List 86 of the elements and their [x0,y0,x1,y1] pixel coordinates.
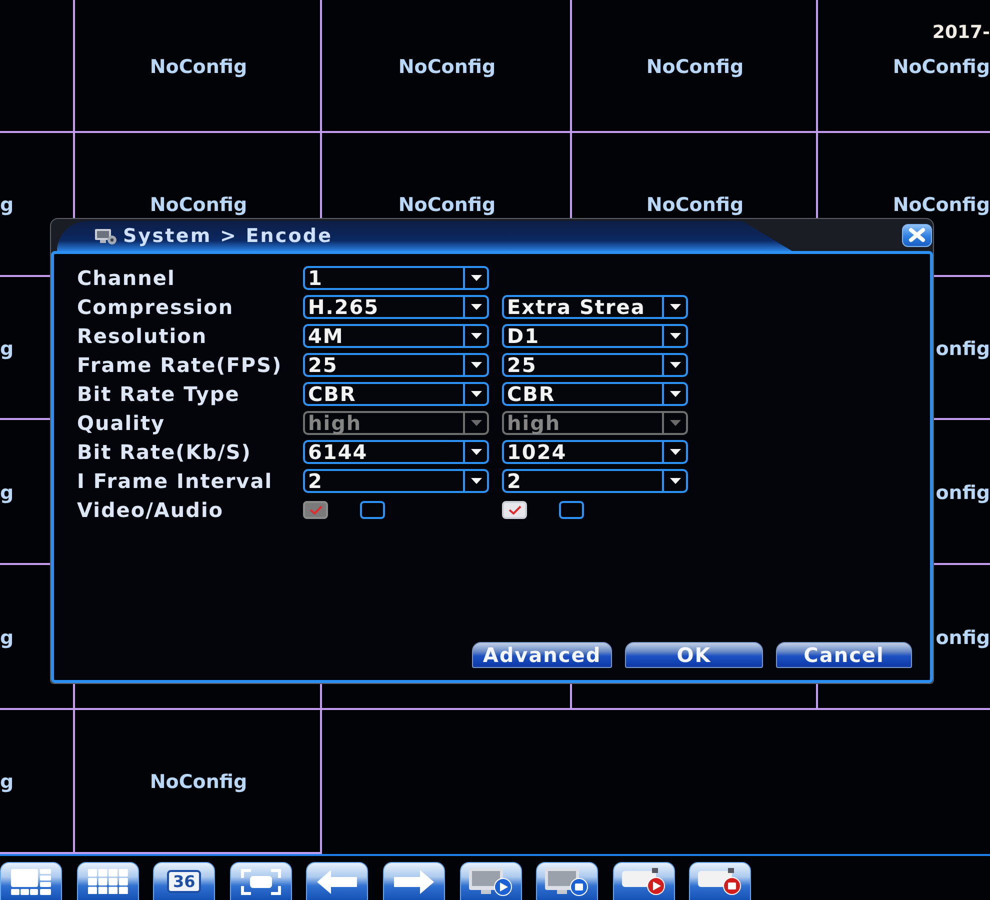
checkmark-icon [508,504,522,514]
field-label: Video/Audio [77,498,224,522]
caret-icon [470,362,482,368]
cancel-button[interactable]: Cancel [776,642,912,668]
field-label: Resolution [77,324,208,348]
dropdown[interactable]: 4M [303,324,489,348]
caret-icon [670,448,680,454]
previous-button[interactable] [306,862,368,900]
split-screen-icon [11,868,51,894]
stop-playback-button[interactable] [536,862,598,900]
camera-status-label: NoConfig [150,56,248,78]
field-label: Bit Rate(Kb/S) [77,440,252,464]
camera-status-label: g [0,338,14,360]
caret-icon [470,274,482,280]
camera-status-label: NoConfig [892,56,990,78]
caret-icon [470,420,482,426]
stop-record-button[interactable] [689,862,752,900]
caret-icon [470,390,482,396]
caret-icon [670,390,680,396]
camera-status-label: NoConfig [646,56,744,78]
camera-status-label: g [0,771,14,793]
split-view-button[interactable] [0,862,62,900]
monitor-stop-icon [545,868,590,896]
camera-status-label: g [0,194,14,216]
camera-status-label: NoConfig [398,194,496,216]
next-button[interactable] [382,862,445,900]
fullscreen-icon [240,868,281,894]
grid-view-button[interactable] [76,862,139,900]
fullscreen-button[interactable] [230,862,292,900]
camera-status-label: onfig [936,482,990,504]
recorder-play-icon [622,868,666,895]
camera-status-label: g [0,482,14,504]
advanced-button[interactable]: Advanced [472,642,612,668]
close-icon [908,227,926,243]
caret-icon [470,304,482,310]
left-arrow-icon [317,870,358,894]
checkmark-icon [308,504,322,514]
caret-icon [670,332,680,338]
caret-icon [470,478,482,484]
right-arrow-icon [394,870,434,894]
dropdown[interactable]: 2 [502,468,688,492]
dialog-title: System > Encode [123,225,333,247]
field-label: I Frame Interval [77,468,273,492]
monitor-icon [95,228,117,244]
field-label: Compression [77,294,234,318]
field-label: Frame Rate(FPS) [77,352,282,376]
dropdown[interactable]: 25 [502,352,688,376]
camera-status-label: NoConfig [892,194,990,216]
recorder-stop-icon [698,868,742,895]
camera-status-label: NoConfig [150,194,248,216]
dropdown[interactable]: CBR [502,382,688,406]
view-count-button[interactable]: 36 [153,862,216,900]
caret-icon [670,478,680,484]
playback-button[interactable] [460,862,522,900]
ok-button[interactable]: OK [625,642,763,668]
camera-status-label: onfig [936,626,990,648]
record-button[interactable] [612,862,675,900]
dropdown[interactable]: 1024 [502,440,688,464]
dropdown[interactable]: 25 [303,352,489,376]
grid-icon [88,869,128,894]
close-button[interactable] [902,224,932,246]
dropdown[interactable]: 2 [303,468,489,492]
dropdown[interactable]: 6144 [303,440,489,464]
checkbox[interactable] [502,500,527,518]
caret-icon [670,420,680,426]
camera-status-label: NoConfig [150,771,248,793]
field-label: Channel [77,266,176,290]
checkbox[interactable] [360,500,385,518]
camera-status-label: NoConfig [398,56,496,78]
field-label: Bit Rate Type [77,382,240,406]
caret-icon [670,304,680,310]
camera-status-label: onfig [936,338,990,360]
dropdown[interactable]: 1 [303,266,489,290]
field-label: Quality [77,410,166,434]
dropdown[interactable]: CBR [303,382,489,406]
checkbox[interactable] [559,500,584,518]
camera-status-label: NoConfig [646,194,744,216]
date-time-label: 2017- [932,22,990,43]
dropdown[interactable]: Extra Strea [502,294,688,318]
caret-icon [470,448,482,454]
monitor-play-icon [468,868,513,896]
camera-status-label: g [0,626,14,648]
dropdown[interactable]: D1 [502,324,688,348]
caret-icon [670,362,680,368]
caret-icon [470,332,482,338]
dropdown[interactable]: H.265 [303,294,489,318]
